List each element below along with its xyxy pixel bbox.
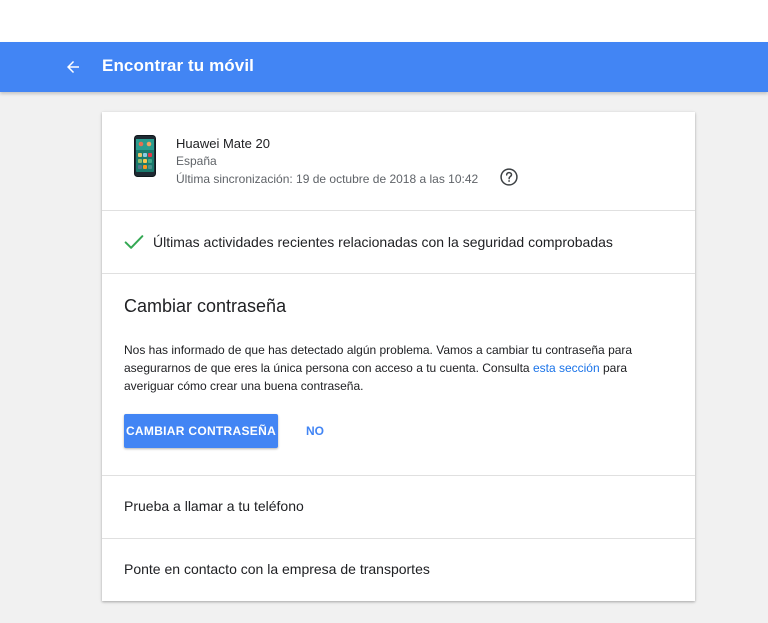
recovery-card: Huawei Mate 20 España Última sincronizac… (102, 112, 695, 601)
device-name: Huawei Mate 20 (176, 136, 270, 151)
device-info-section: Huawei Mate 20 España Última sincronizac… (102, 112, 695, 210)
contact-carrier-label: Ponte en contacto con la empresa de tran… (124, 561, 430, 577)
decline-button[interactable]: NO (298, 414, 332, 448)
call-phone-label: Prueba a llamar a tu teléfono (124, 498, 304, 514)
device-country: España (176, 154, 217, 168)
app-bar: Encontrar tu móvil (0, 42, 768, 92)
change-password-title: Cambiar contraseña (124, 296, 287, 316)
arrow-back-icon (67, 61, 79, 73)
call-phone-option[interactable]: Prueba a llamar a tu teléfono (102, 476, 695, 538)
page-title: Encontrar tu móvil (102, 56, 254, 75)
change-password-section: Cambiar contraseña Nos has informado de … (102, 274, 695, 475)
security-status-section: Últimas actividades recientes relacionad… (102, 211, 695, 273)
back-button[interactable] (60, 54, 86, 80)
change-password-description: Nos has informado de que has detectado a… (124, 341, 669, 395)
top-strip (0, 0, 768, 42)
change-password-button[interactable]: CAMBIAR CONTRASEÑA (124, 414, 278, 448)
phone-icon (134, 135, 156, 177)
contact-carrier-option[interactable]: Ponte en contacto con la empresa de tran… (102, 539, 695, 601)
help-section-link[interactable]: esta sección (533, 361, 600, 375)
device-last-sync: Última sincronización: 19 de octubre de … (176, 172, 479, 186)
check-icon (124, 235, 144, 249)
help-circle-icon[interactable] (499, 167, 519, 187)
security-status-text: Últimas actividades recientes relacionad… (153, 234, 613, 250)
